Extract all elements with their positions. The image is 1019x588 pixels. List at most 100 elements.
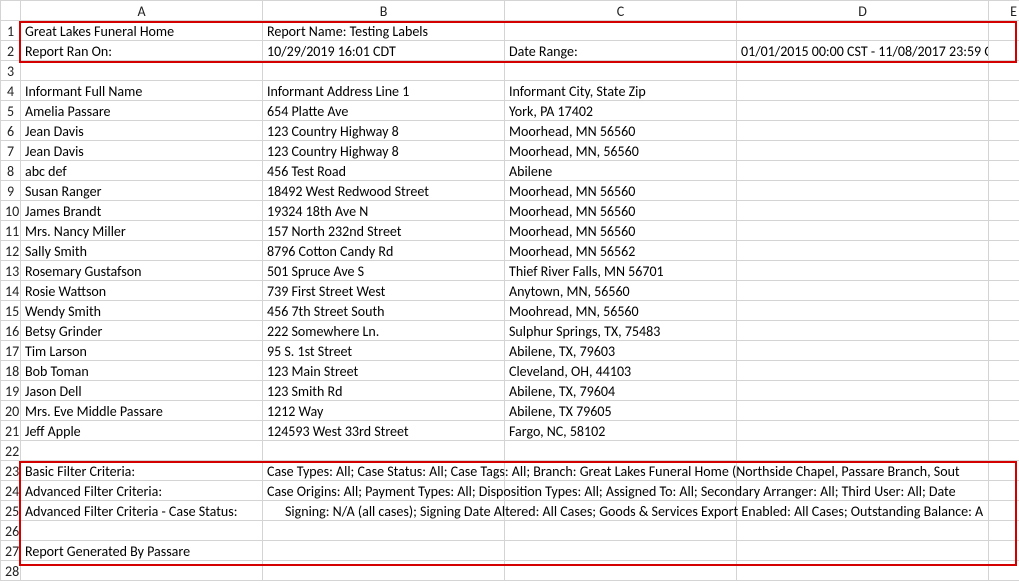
cell-A25[interactable]: Advanced Filter Criteria - Case Status: [21,501,263,521]
row-header[interactable]: 14 [1,281,21,301]
cell-E11[interactable] [989,221,1019,241]
cell-B18[interactable]: 123 Main Street [263,361,505,381]
cell-C10[interactable]: Moorhead, MN 56560 [505,201,737,221]
cell-C7[interactable]: Moorhead, MN, 56560 [505,141,737,161]
cell-B3[interactable] [263,61,505,81]
cell-E9[interactable] [989,181,1019,201]
row-header[interactable]: 17 [1,341,21,361]
cell-C20[interactable]: Abilene, TX 79605 [505,401,737,421]
cell-B4[interactable]: Informant Address Line 1 [263,81,505,101]
cell-A14[interactable]: Rosie Wattson [21,281,263,301]
cell-E14[interactable] [989,281,1019,301]
spreadsheet-grid[interactable]: A B C D E 1 Great Lakes Funeral Home Rep… [0,0,1019,581]
cell-A3[interactable] [21,61,263,81]
cell-A22[interactable] [21,441,263,461]
cell-D4[interactable] [737,81,989,101]
cell-A26[interactable] [21,521,263,541]
row-header[interactable]: 5 [1,101,21,121]
row-header[interactable]: 22 [1,441,21,461]
cell-C12[interactable]: Moorhead, MN 56562 [505,241,737,261]
col-header-E[interactable]: E [989,1,1019,21]
row-header[interactable]: 25 [1,501,21,521]
row-header[interactable]: 6 [1,121,21,141]
col-header-D[interactable]: D [737,1,989,21]
cell-A23[interactable]: Basic Filter Criteria: [21,461,263,481]
row-header[interactable]: 2 [1,41,21,61]
cell-E4[interactable] [989,81,1019,101]
cell-C5[interactable]: York, PA 17402 [505,101,737,121]
cell-D21[interactable] [737,421,989,441]
cell-B21[interactable]: 124593 West 33rd Street [263,421,505,441]
cell-A28[interactable] [21,561,263,581]
cell-A27[interactable]: Report Generated By Passare [21,541,263,561]
cell-A13[interactable]: Rosemary Gustafson [21,261,263,281]
cell-B26[interactable] [263,521,505,541]
cell-A1[interactable]: Great Lakes Funeral Home [21,21,263,41]
cell-B2[interactable]: 10/29/2019 16:01 CDT [263,41,505,61]
cell-B22[interactable] [263,441,505,461]
cell-D13[interactable] [737,261,989,281]
cell-E28[interactable] [989,561,1019,581]
row-header[interactable]: 7 [1,141,21,161]
cell-C19[interactable]: Abilene, TX, 79604 [505,381,737,401]
cell-E7[interactable] [989,141,1019,161]
cell-C18[interactable]: Cleveland, OH, 44103 [505,361,737,381]
cell-E16[interactable] [989,321,1019,341]
cell-E6[interactable] [989,121,1019,141]
cell-A2[interactable]: Report Ran On: [21,41,263,61]
cell-E22[interactable] [989,441,1019,461]
cell-C8[interactable]: Abilene [505,161,737,181]
cell-B16[interactable]: 222 Somewhere Ln. [263,321,505,341]
row-header[interactable]: 10 [1,201,21,221]
col-header-C[interactable]: C [505,1,737,21]
cell-D16[interactable] [737,321,989,341]
cell-E10[interactable] [989,201,1019,221]
row-header[interactable]: 23 [1,461,21,481]
cell-C9[interactable]: Moorhead, MN 56560 [505,181,737,201]
cell-B8[interactable]: 456 Test Road [263,161,505,181]
cell-C27[interactable] [505,541,737,561]
cell-E18[interactable] [989,361,1019,381]
row-header[interactable]: 11 [1,221,21,241]
cell-B14[interactable]: 739 First Street West [263,281,505,301]
row-header[interactable]: 20 [1,401,21,421]
cell-C22[interactable] [505,441,737,461]
cell-C11[interactable]: Moorhead, MN 56560 [505,221,737,241]
cell-E25[interactable] [989,501,1019,521]
cell-B6[interactable]: 123 Country Highway 8 [263,121,505,141]
cell-A6[interactable]: Jean Davis [21,121,263,141]
cell-D22[interactable] [737,441,989,461]
cell-B19[interactable]: 123 Smith Rd [263,381,505,401]
row-header[interactable]: 3 [1,61,21,81]
cell-E19[interactable] [989,381,1019,401]
cell-A5[interactable]: Amelia Passare [21,101,263,121]
row-header[interactable]: 15 [1,301,21,321]
cell-E12[interactable] [989,241,1019,261]
cell-C1[interactable] [505,21,737,41]
cell-D5[interactable] [737,101,989,121]
corner-cell[interactable] [1,1,21,21]
cell-E3[interactable] [989,61,1019,81]
cell-C6[interactable]: Moorhead, MN 56560 [505,121,737,141]
cell-C28[interactable] [505,561,737,581]
cell-D15[interactable] [737,301,989,321]
cell-A4[interactable]: Informant Full Name [21,81,263,101]
row-header[interactable]: 27 [1,541,21,561]
cell-A16[interactable]: Betsy Grinder [21,321,263,341]
cell-B17[interactable]: 95 S. 1st Street [263,341,505,361]
row-header[interactable]: 16 [1,321,21,341]
cell-D20[interactable] [737,401,989,421]
cell-E5[interactable] [989,101,1019,121]
row-header[interactable]: 1 [1,21,21,41]
cell-A21[interactable]: Jeff Apple [21,421,263,441]
cell-C13[interactable]: Thief River Falls, MN 56701 [505,261,737,281]
cell-C14[interactable]: Anytown, MN, 56560 [505,281,737,301]
cell-E23[interactable] [989,461,1019,481]
cell-B7[interactable]: 123 Country Highway 8 [263,141,505,161]
cell-D12[interactable] [737,241,989,261]
cell-B13[interactable]: 501 Spruce Ave S [263,261,505,281]
cell-C4[interactable]: Informant City, State Zip [505,81,737,101]
cell-E1[interactable] [989,21,1019,41]
row-header[interactable]: 26 [1,521,21,541]
cell-D1[interactable] [737,21,989,41]
